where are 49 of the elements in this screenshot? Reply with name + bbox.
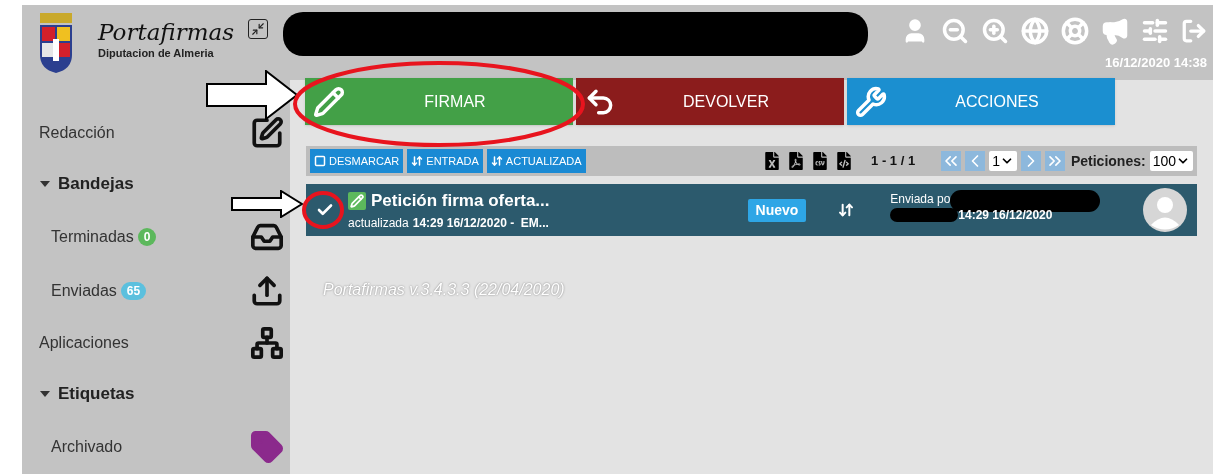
sort-icon xyxy=(411,155,424,167)
sort-icon xyxy=(490,155,503,167)
request-title: Petición firma oferta... xyxy=(371,190,550,213)
sidebar-item[interactable]: Terminadas xyxy=(51,224,134,249)
app-title: Portafirmas xyxy=(98,19,234,45)
checkbox-icon xyxy=(314,155,326,167)
sidebar-item[interactable]: Enviadas xyxy=(51,278,117,303)
page-select[interactable]: 1 xyxy=(989,151,1017,171)
updated-label: actualizada xyxy=(348,214,409,232)
page-size-select[interactable]: 100 xyxy=(1149,151,1193,171)
pdf-file-icon[interactable] xyxy=(787,152,806,170)
collapse-icon[interactable] xyxy=(248,19,268,39)
pencil-icon xyxy=(313,85,345,118)
result-range: 1 - 1 / 1 xyxy=(871,152,916,171)
wrench-icon xyxy=(855,85,887,118)
count-badge: 0 xyxy=(137,227,157,246)
sitemap-icon[interactable] xyxy=(250,325,284,360)
sort-icon xyxy=(838,202,855,218)
count-badge: 65 xyxy=(120,281,147,300)
caret-icon[interactable] xyxy=(40,180,50,187)
action-button[interactable]: DEVOLVER xyxy=(576,78,844,125)
page-size-label: Peticiones: xyxy=(1070,151,1146,171)
section-heading[interactable]: Etiquetas xyxy=(58,381,135,407)
excel-file-icon[interactable] xyxy=(763,152,782,170)
sidebar-item[interactable]: Redacción xyxy=(39,120,115,145)
circle-annotation xyxy=(302,191,344,229)
code-file-icon[interactable] xyxy=(835,152,854,170)
request-row[interactable]: Petición firma oferta... actualizada 14:29 16/12/2020 - EM... Nuevo Enviada po 14:29 16/12/2020 xyxy=(306,184,1197,236)
toolbar-button[interactable]: ENTRADA xyxy=(407,149,483,173)
sidebar-item[interactable]: Archivado xyxy=(51,435,123,459)
pencil-icon xyxy=(348,192,366,210)
tag-icon[interactable] xyxy=(250,430,284,464)
updated-time: 14:29 16/12/2020 - EM... xyxy=(412,214,549,232)
caret-icon[interactable] xyxy=(40,391,50,397)
app-subtitle: Diputacion de Almeria xyxy=(98,46,215,61)
toolbar-button[interactable]: ACTUALIZADA xyxy=(486,149,586,173)
edit-icon[interactable] xyxy=(250,115,284,150)
avatar xyxy=(1143,188,1187,232)
csv-file-icon[interactable] xyxy=(811,152,830,170)
upload-icon[interactable] xyxy=(250,273,284,308)
status-badge: Nuevo xyxy=(747,198,807,222)
sender-label: Enviada po xyxy=(890,191,951,208)
entry-time: 14:29 16/12/2020 xyxy=(958,207,1053,224)
action-button[interactable]: ACCIONES xyxy=(847,78,1115,125)
arrow-annotation xyxy=(231,190,303,218)
toolbar-button[interactable]: DESMARCAR xyxy=(310,149,404,173)
section-heading[interactable]: Bandejas xyxy=(58,171,134,197)
sidebar-item[interactable]: Aplicaciones xyxy=(39,330,129,355)
current-datetime: 16/12/2020 14:38 xyxy=(1105,54,1207,72)
